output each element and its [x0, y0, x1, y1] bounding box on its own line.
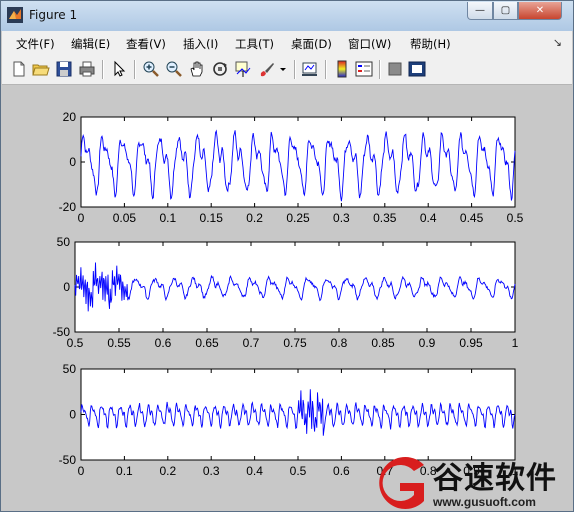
x-tick-label: 0.85	[371, 336, 395, 350]
watermark-url: www.gusuoft.com	[433, 495, 536, 509]
x-tick-label: 0.3	[333, 211, 350, 225]
menu-edit[interactable]: 编辑(E)	[71, 36, 110, 52]
y-tick-label: 20	[63, 110, 77, 124]
watermark-logo	[364, 453, 434, 511]
y-tick-label: 50	[57, 235, 71, 249]
rotate-3d-icon[interactable]	[211, 60, 229, 78]
hide-plot-tools-icon[interactable]	[386, 60, 404, 78]
menu-overflow-arrow-icon[interactable]: ↘	[553, 36, 562, 49]
menu-bar: 文件(F) 编辑(E) 查看(V) 插入(I) 工具(T) 桌面(D) 窗口(W…	[2, 31, 572, 55]
x-tick-label: 0	[78, 211, 85, 225]
x-tick-label: 0.25	[286, 211, 310, 225]
figure-canvas: 0 0.05 0.1 0.15 0.2 0.25 0.3 0.35 0.4 0.45 0.5200-…	[53, 110, 524, 478]
x-tick-label: 0.75	[283, 336, 307, 350]
x-tick-label: 0.5	[507, 211, 524, 225]
window-title: Figure 1	[29, 8, 78, 22]
x-tick-label: 0.1	[159, 211, 176, 225]
matlab-icon	[7, 7, 23, 23]
x-tick-label: 0.4	[246, 464, 263, 478]
show-plot-tools-icon[interactable]	[408, 60, 426, 78]
zoom-out-icon[interactable]	[165, 60, 183, 78]
x-tick-label: 1	[512, 336, 519, 350]
y-tick-label: 0	[69, 408, 76, 422]
toolbar-separator	[379, 60, 381, 79]
x-tick-label: 0.15	[200, 211, 224, 225]
toolbar-separator	[134, 60, 136, 79]
new-figure-icon[interactable]	[10, 60, 28, 78]
y-tick-label: -50	[53, 325, 71, 339]
pan-hand-icon[interactable]	[188, 60, 206, 78]
y-tick-label: -50	[59, 453, 77, 467]
x-tick-label: 0.55	[107, 336, 131, 350]
x-tick-label: 0.8	[331, 336, 348, 350]
y-tick-label: 0	[63, 280, 70, 294]
menu-insert[interactable]: 插入(I)	[183, 36, 218, 52]
x-tick-label: 0.6	[333, 464, 350, 478]
x-tick-label: 0.1	[116, 464, 133, 478]
figure-window: Figure 1 — ▢ ✕ 文件(F) 编辑(E) 查看(V) 插入(I) 工…	[0, 0, 574, 512]
toolbar-separator	[325, 60, 327, 79]
x-tick-label: 0.65	[195, 336, 219, 350]
watermark-brand: 谷速软件	[433, 461, 557, 496]
menu-view[interactable]: 查看(V)	[126, 36, 166, 52]
y-tick-label: 0	[69, 155, 76, 169]
x-tick-label: 0.3	[203, 464, 220, 478]
menu-help[interactable]: 帮助(H)	[410, 36, 451, 52]
edit-plot-arrow-icon[interactable]	[110, 60, 128, 78]
toolbar-separator	[294, 60, 296, 79]
menu-file[interactable]: 文件(F)	[16, 36, 55, 52]
save-icon[interactable]	[55, 60, 73, 78]
maximize-button[interactable]: ▢	[493, 2, 518, 20]
x-tick-label: 0.45	[460, 211, 484, 225]
open-file-icon[interactable]	[32, 60, 50, 78]
plot-area: 0 0.05 0.1 0.15 0.2 0.25 0.3 0.35 0.4 0.45 0.5 20 0-…	[2, 85, 572, 511]
x-tick-label: 0	[78, 464, 85, 478]
zoom-in-icon[interactable]	[142, 60, 160, 78]
x-tick-label: 0.7	[243, 336, 260, 350]
x-tick-label: 0.9	[419, 336, 436, 350]
figure-toolbar	[2, 55, 572, 85]
print-icon[interactable]	[78, 60, 96, 78]
x-tick-label: 0.95	[459, 336, 483, 350]
minimize-button[interactable]: —	[467, 2, 493, 20]
x-tick-label: 0.5	[290, 464, 307, 478]
x-tick-label: 0.05	[113, 211, 137, 225]
brush-dropdown-icon[interactable]	[278, 60, 288, 78]
menu-window[interactable]: 窗口(W)	[348, 36, 391, 52]
link-plot-icon[interactable]	[301, 60, 319, 78]
toolbar-separator	[102, 60, 104, 79]
x-tick-label: 0.4	[420, 211, 437, 225]
menu-desktop[interactable]: 桌面(D)	[291, 36, 332, 52]
x-tick-label: 0.35	[373, 211, 397, 225]
x-tick-label: 0.2	[246, 211, 263, 225]
axes-1[interactable]: 0 0.05 0.1 0.15 0.2 0.25 0.3 0.35 0.4 0.45 0.5200-…	[59, 110, 524, 225]
data-cursor-icon[interactable]	[234, 60, 252, 78]
axes-2[interactable]: 0.5 0.55 0.6 0.65 0.7 0.75 0.8 0.85 0.9 0.95 1500-…	[53, 235, 519, 350]
menu-tools[interactable]: 工具(T)	[235, 36, 274, 52]
x-tick-label: 0.6	[155, 336, 172, 350]
x-tick-label: 0.2	[159, 464, 176, 478]
title-bar[interactable]: Figure 1 — ▢ ✕	[1, 1, 573, 31]
brush-icon[interactable]	[258, 60, 276, 78]
close-button[interactable]: ✕	[518, 2, 562, 20]
legend-icon[interactable]	[355, 60, 373, 78]
colorbar-icon[interactable]	[333, 60, 351, 78]
y-tick-label: -20	[59, 200, 77, 214]
y-tick-label: 50	[63, 362, 77, 376]
